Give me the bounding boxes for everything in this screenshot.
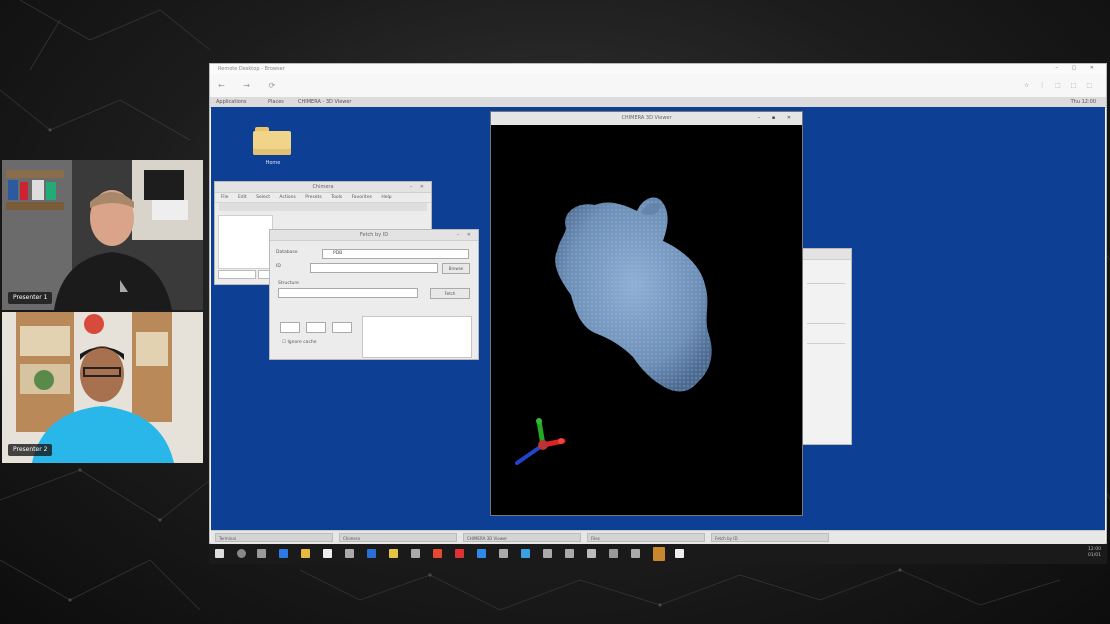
store-icon[interactable]: [323, 549, 332, 558]
app-icon-14[interactable]: [675, 549, 684, 558]
home-folder-icon[interactable]: [253, 127, 293, 157]
id-input[interactable]: [310, 263, 438, 273]
structure-label: Structure: [278, 281, 299, 286]
axes-icon: [515, 418, 566, 465]
taskbar-clock[interactable]: 12:00 01/01: [1088, 547, 1101, 559]
ignore-cache-checkbox[interactable]: ☐ Ignore cache: [282, 340, 317, 345]
chimera-toolbar[interactable]: [219, 203, 427, 211]
app-icon-2[interactable]: [367, 549, 376, 558]
app-icon-11[interactable]: [587, 549, 596, 558]
chimera-side-pane[interactable]: [218, 215, 273, 269]
option-field-3[interactable]: [332, 322, 352, 333]
start-icon[interactable]: [215, 549, 224, 558]
background-window[interactable]: [802, 248, 852, 445]
results-area[interactable]: [362, 316, 472, 358]
folder-label: Home: [265, 160, 281, 166]
edge-icon[interactable]: [279, 549, 288, 558]
window-controls[interactable]: – ▢ ✕: [1055, 65, 1100, 71]
taskbar-item-viewer[interactable]: CHIMERA 3D Viewer: [463, 533, 581, 542]
browser-window[interactable]: Remote Desktop - Browser – ▢ ✕ ← → ⟳ ☆ ⋮…: [209, 63, 1107, 544]
background-window-title[interactable]: [803, 249, 851, 260]
status-field[interactable]: [218, 270, 256, 279]
option-field-1[interactable]: [280, 322, 300, 333]
database-select[interactable]: PDB: [322, 249, 469, 259]
task-view-icon[interactable]: [257, 549, 266, 558]
host-taskbar: 12:00 01/01: [209, 544, 1107, 564]
window-controls-icon[interactable]: – ▪ ✕: [758, 112, 796, 125]
app-icon-8[interactable]: [521, 549, 530, 558]
option-field-2[interactable]: [306, 322, 326, 333]
browser-toolbar: ← → ⟳ ☆ ⋮ ⬚ ⬚ ⬚: [210, 75, 1106, 97]
remote-desktop[interactable]: Home Chimera – ✕ File Edit Select Action…: [211, 107, 1105, 530]
app-icon-5[interactable]: [455, 549, 464, 558]
participant-2-name: Presenter 2: [8, 444, 53, 456]
app-icon-13[interactable]: [631, 549, 640, 558]
id-label: ID: [276, 264, 281, 269]
app-icon-1[interactable]: [345, 549, 354, 558]
participant-1-image: [2, 160, 203, 310]
taskbar-item-fetch[interactable]: Fetch by ID: [711, 533, 829, 542]
panel-clock: Thu 12:00: [1070, 99, 1096, 105]
app-icon-7[interactable]: [499, 549, 508, 558]
database-label: Database: [276, 250, 298, 255]
app-icon-12[interactable]: [609, 549, 618, 558]
viewer-titlebar[interactable]: CHIMERA 3D Viewer – ▪ ✕: [491, 112, 802, 125]
app-icon-3[interactable]: [389, 549, 398, 558]
participant-2-image: [2, 312, 203, 463]
nav-buttons-icon[interactable]: ← → ⟳: [218, 81, 283, 90]
app-icon-active[interactable]: [653, 547, 665, 561]
structure-select[interactable]: [278, 288, 418, 298]
window-controls-icon[interactable]: – ✕: [410, 182, 427, 192]
app-icon-6[interactable]: [477, 549, 486, 558]
fetch-button[interactable]: Fetch: [430, 288, 470, 299]
taskbar-item-terminal[interactable]: Terminal: [215, 533, 333, 542]
browser-title: Remote Desktop - Browser: [218, 66, 285, 72]
close-icon[interactable]: – ✕: [457, 230, 474, 240]
browser-titlebar[interactable]: Remote Desktop - Browser – ▢ ✕: [210, 64, 1106, 75]
toolbar-icons[interactable]: ☆ ⋮ ⬚ ⬚ ⬚: [1024, 82, 1096, 89]
app-icon-4[interactable]: [411, 549, 420, 558]
app-icon-10[interactable]: [565, 549, 574, 558]
taskbar-item-chimera[interactable]: Chimera: [339, 533, 457, 542]
molecule-render[interactable]: [491, 125, 802, 515]
app-icon-9[interactable]: [543, 549, 552, 558]
remote-taskbar: Terminal Chimera CHIMERA 3D Viewer Files…: [211, 530, 1105, 544]
menu-active-app[interactable]: CHIMERA - 3D Viewer: [298, 99, 352, 105]
participant-video-1[interactable]: Presenter 1: [2, 160, 203, 310]
3d-viewer-window[interactable]: CHIMERA 3D Viewer – ▪ ✕: [490, 111, 803, 516]
browse-button[interactable]: Browse: [442, 263, 470, 274]
search-icon[interactable]: [237, 549, 246, 558]
fetch-dialog[interactable]: Fetch by ID – ✕ Database PDB ID Browse S…: [269, 229, 479, 360]
chrome-icon[interactable]: [433, 549, 442, 558]
menu-places[interactable]: Places: [268, 99, 284, 105]
fetch-dialog-title[interactable]: Fetch by ID – ✕: [270, 230, 478, 241]
file-explorer-icon[interactable]: [301, 549, 310, 558]
taskbar-item-files[interactable]: Files: [587, 533, 705, 542]
participant-1-name: Presenter 1: [8, 292, 53, 304]
menu-applications[interactable]: Applications: [216, 99, 247, 105]
participant-video-2[interactable]: Presenter 2: [2, 312, 203, 463]
chimera-menubar[interactable]: File Edit Select Actions Presets Tools F…: [215, 193, 431, 203]
chimera-window-title[interactable]: Chimera – ✕: [215, 182, 431, 193]
